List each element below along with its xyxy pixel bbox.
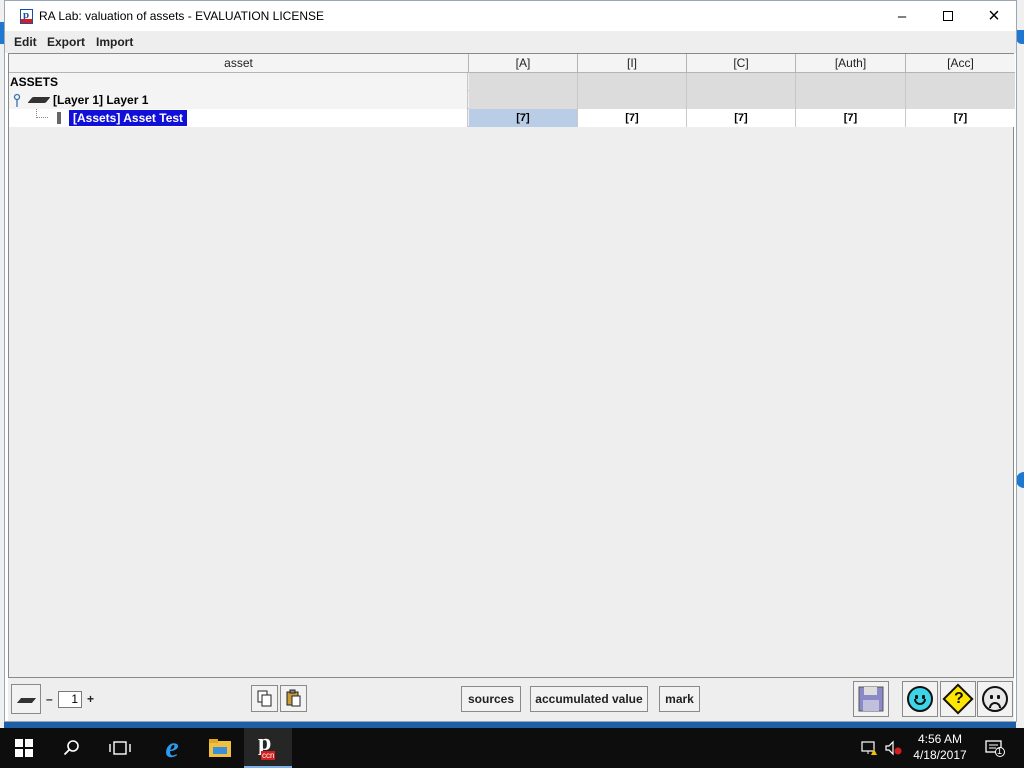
start-button[interactable] — [0, 728, 48, 768]
table-cell — [906, 73, 1015, 91]
clock-date: 4/18/2017 — [913, 748, 967, 762]
smiley-face-icon — [907, 686, 933, 712]
taskbar-file-explorer[interactable] — [196, 728, 244, 768]
app-badge: ccn — [261, 751, 276, 760]
asset-tree-node[interactable]: [Assets] Asset Test — [9, 109, 468, 127]
volume-tray-icon[interactable] — [882, 728, 904, 768]
window-title: RA Lab: valuation of assets - EVALUATION… — [39, 9, 325, 23]
column-header-auth[interactable]: [Auth] — [796, 54, 906, 73]
valuation-grid-panel: asset [A] [I] [C] [Auth] [Acc] ASSETS [L… — [8, 53, 1015, 678]
desktop-edge-right — [1016, 0, 1024, 728]
network-warning-icon — [861, 741, 877, 755]
column-header-acc[interactable]: [Acc] — [906, 54, 1015, 73]
table-cell — [687, 91, 796, 109]
internet-explorer-icon: e — [165, 731, 179, 764]
ra-lab-app-icon: p ccn — [258, 730, 276, 760]
help-glyph: ? — [954, 690, 964, 707]
value-cell-acc[interactable]: [7] — [906, 109, 1015, 127]
table-header-row: asset [A] [I] [C] [Auth] [Acc] — [9, 54, 1015, 73]
bottom-toolbar: – 1 + sources accumulated value mark ? — [8, 678, 1014, 721]
page-increment[interactable]: + — [87, 692, 94, 706]
action-center-button[interactable]: 1 — [980, 728, 1010, 768]
maximize-icon — [943, 11, 953, 21]
table-cell — [796, 73, 906, 91]
app-logo-icon: p — [20, 9, 33, 24]
app-window: p RA Lab: valuation of assets - EVALUATI… — [4, 0, 1017, 722]
search-button[interactable] — [48, 728, 96, 768]
table-cell — [469, 73, 578, 91]
asset-icon — [57, 112, 61, 124]
minimize-button[interactable]: – — [879, 1, 925, 31]
folder-icon — [209, 739, 231, 757]
value-cell-a[interactable]: [7] — [469, 109, 578, 127]
help-button[interactable]: ? — [940, 681, 976, 717]
accumulated-value-button[interactable]: accumulated value — [530, 686, 648, 712]
table-row: ASSETS — [9, 73, 1015, 91]
desktop-edge-accent — [1016, 472, 1024, 488]
search-icon — [63, 740, 79, 756]
sources-button[interactable]: sources — [461, 686, 521, 712]
paste-icon — [286, 689, 301, 707]
copy-icon — [257, 690, 272, 707]
column-header-i[interactable]: [I] — [578, 54, 687, 73]
task-view-icon — [109, 741, 131, 755]
title-bar: p RA Lab: valuation of assets - EVALUATI… — [5, 1, 1016, 31]
menu-bar: Edit Export Import — [5, 31, 1016, 53]
paste-button[interactable] — [280, 685, 307, 712]
network-tray-icon[interactable] — [858, 728, 880, 768]
task-view-button[interactable] — [96, 728, 144, 768]
volume-muted-icon — [885, 740, 902, 756]
desktop-edge-accent — [1016, 30, 1024, 44]
layer-label: [Layer 1] Layer 1 — [53, 93, 149, 107]
ok-button[interactable] — [902, 681, 938, 717]
tree-toggle-icon[interactable] — [13, 93, 21, 107]
table-cell — [906, 91, 1015, 109]
layer-icon — [27, 97, 51, 103]
table-cell — [578, 91, 687, 109]
value-cell-i[interactable]: [7] — [578, 109, 687, 127]
copy-button[interactable] — [251, 685, 278, 712]
table-row: [Assets] Asset Test [7] [7] [7] [7] [7] — [9, 109, 1015, 127]
save-button[interactable] — [853, 681, 889, 717]
close-button[interactable]: × — [971, 1, 1017, 31]
tree-connector — [36, 109, 48, 118]
table-cell — [469, 91, 578, 109]
table-cell — [796, 91, 906, 109]
page-decrement[interactable]: – — [46, 692, 53, 706]
sad-face-icon — [982, 686, 1008, 712]
table-row: [Layer 1] Layer 1 — [9, 91, 1015, 109]
menu-export[interactable]: Export — [47, 35, 85, 49]
menu-edit[interactable]: Edit — [14, 35, 37, 49]
column-header-a[interactable]: [A] — [469, 54, 578, 73]
layer-button[interactable] — [11, 684, 41, 714]
page-number-field[interactable]: 1 — [58, 691, 82, 708]
clock-time: 4:56 AM — [917, 732, 963, 746]
column-header-c[interactable]: [C] — [687, 54, 796, 73]
taskbar: e p ccn 4:56 AM 4/18/2017 1 — [0, 728, 1024, 768]
layer-icon — [16, 698, 37, 703]
system-clock[interactable]: 4:56 AM 4/18/2017 — [905, 731, 975, 763]
maximize-button[interactable] — [925, 1, 971, 31]
windows-logo-icon — [15, 739, 33, 757]
table-cell — [578, 73, 687, 91]
taskbar-internet-explorer[interactable]: e — [148, 728, 196, 768]
menu-import[interactable]: Import — [96, 35, 133, 49]
close-icon: × — [988, 4, 1000, 27]
section-label: ASSETS — [9, 73, 468, 91]
mark-button[interactable]: mark — [659, 686, 700, 712]
asset-label-selected[interactable]: [Assets] Asset Test — [69, 110, 188, 126]
column-header-asset[interactable]: asset — [9, 54, 469, 73]
taskbar-ra-lab[interactable]: p ccn — [244, 728, 292, 768]
notification-count: 1 — [997, 746, 1003, 756]
minimize-icon: – — [897, 7, 907, 25]
value-cell-c[interactable]: [7] — [687, 109, 796, 127]
layer-tree-node[interactable]: [Layer 1] Layer 1 — [9, 91, 468, 109]
floppy-disk-icon — [858, 686, 884, 712]
table-cell — [687, 73, 796, 91]
value-cell-auth[interactable]: [7] — [796, 109, 906, 127]
cancel-button[interactable] — [977, 681, 1013, 717]
